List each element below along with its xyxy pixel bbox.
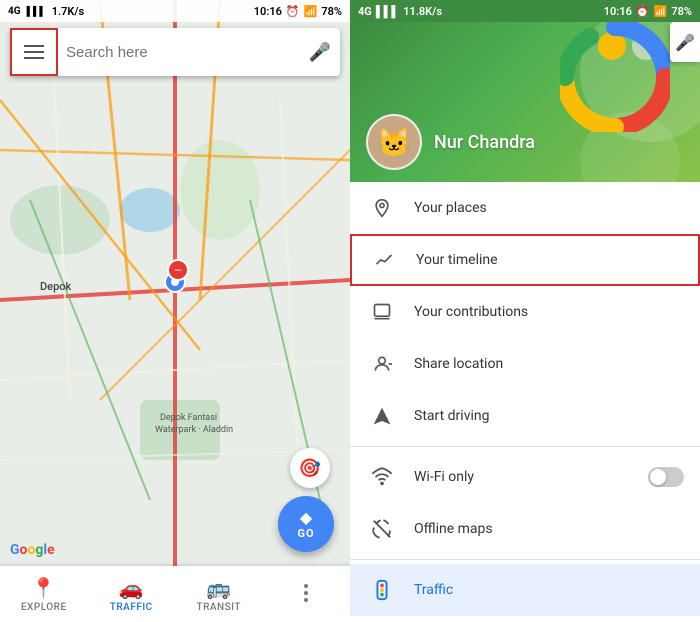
nav-more[interactable] xyxy=(263,584,351,604)
timeline-icon xyxy=(368,244,400,276)
right-signal: 4G xyxy=(358,5,372,18)
signal-strength: ▌▌▌ xyxy=(27,6,46,17)
contributions-icon xyxy=(366,296,398,328)
map-panel: 4G ▌▌▌ 1.7K/s 10:16 ⏰ 📶 78% xyxy=(0,0,350,622)
svg-text:Waterpark · Aladdin: Waterpark · Aladdin xyxy=(155,425,233,435)
nav-transit[interactable]: 🚌 TRANSIT xyxy=(175,576,263,613)
status-bar-left: 4G ▌▌▌ 1.7K/s 10:16 ⏰ 📶 78% xyxy=(0,0,350,22)
traffic-label: TRAFFIC xyxy=(110,602,153,613)
nav-explore[interactable]: 📍 EXPLORE xyxy=(0,576,88,613)
cat-avatar: 🐱 xyxy=(368,116,420,168)
toggle-knob xyxy=(650,469,666,485)
right-speed: 11.8K/s xyxy=(403,5,442,18)
hamburger-icon xyxy=(24,45,44,59)
signal-indicator: 4G xyxy=(8,6,21,17)
traffic-label-menu: Traffic xyxy=(414,582,684,598)
menu-item-offline-maps[interactable]: Offline maps xyxy=(350,503,700,555)
menu-item-share-location[interactable]: Share location xyxy=(350,338,700,390)
svg-text:Depok Fantasi: Depok Fantasi xyxy=(160,413,217,423)
wifi-icon: 📶 xyxy=(304,5,318,18)
time-display: 10:16 xyxy=(254,5,282,18)
divider-2 xyxy=(350,559,700,560)
menu-item-start-driving[interactable]: Start driving xyxy=(350,390,700,442)
wifi-menu-icon xyxy=(366,461,398,493)
timeline-label: Your timeline xyxy=(416,252,682,268)
alarm-icon: ⏰ xyxy=(286,5,300,18)
location-button[interactable]: 🎯 xyxy=(290,448,330,488)
microphone-icon[interactable]: 🎤 xyxy=(300,32,340,72)
bottom-navigation: 📍 EXPLORE 🚗 TRAFFIC 🚌 TRANSIT xyxy=(0,566,350,622)
menu-list: Your places Your timeline Your contribut… xyxy=(350,182,700,622)
google-arc xyxy=(560,22,670,132)
battery-indicator: 78% xyxy=(321,5,342,18)
offline-maps-icon xyxy=(366,513,398,545)
menu-item-your-timeline[interactable]: Your timeline xyxy=(350,234,700,286)
avatar: 🐱 xyxy=(366,114,422,170)
google-logo: Google xyxy=(10,542,55,558)
user-name: Nur Chandra xyxy=(434,132,535,153)
offline-maps-label: Offline maps xyxy=(414,521,684,537)
wifi-toggle[interactable] xyxy=(648,467,684,487)
traffic-menu-icon xyxy=(366,574,398,606)
drawer-panel: 4G ▌▌▌ 11.8K/s 10:16 ⏰ 📶 78% 🎤 xyxy=(350,0,700,622)
right-battery: 78% xyxy=(671,5,692,18)
svg-text:—: — xyxy=(174,266,182,277)
right-mic-button[interactable]: 🎤 xyxy=(670,22,700,62)
network-speed: 1.7K/s xyxy=(52,5,85,18)
status-left-info: 4G ▌▌▌ 1.7K/s xyxy=(8,5,84,18)
search-input[interactable] xyxy=(58,44,300,61)
places-label: Your places xyxy=(414,200,684,216)
status-right-right: 10:16 ⏰ 📶 78% xyxy=(604,5,692,18)
divider-1 xyxy=(350,446,700,447)
explore-label: EXPLORE xyxy=(21,602,67,613)
more-dots-icon xyxy=(304,584,308,602)
status-right-left: 4G ▌▌▌ 11.8K/s xyxy=(358,5,442,18)
nav-traffic[interactable]: 🚗 TRAFFIC xyxy=(88,576,176,613)
wifi-label: Wi-Fi only xyxy=(414,469,648,485)
right-bars: ▌▌▌ xyxy=(376,5,399,18)
profile-section: 🐱 Nur Chandra xyxy=(366,114,535,170)
menu-item-your-contributions[interactable]: Your contributions xyxy=(350,286,700,338)
traffic-icon: 🚗 xyxy=(119,576,144,600)
places-icon xyxy=(366,192,398,224)
search-bar[interactable]: 🎤 xyxy=(10,28,340,76)
share-location-label: Share location xyxy=(414,356,684,372)
contributions-label: Your contributions xyxy=(414,304,684,320)
driving-icon xyxy=(366,400,398,432)
right-time: 10:16 xyxy=(604,5,632,18)
go-button[interactable]: ◆ GO xyxy=(278,496,334,552)
transit-label: TRANSIT xyxy=(197,602,241,613)
menu-item-wifi[interactable]: Wi-Fi only xyxy=(350,451,700,503)
go-label: GO xyxy=(297,527,314,540)
menu-item-your-places[interactable]: Your places xyxy=(350,182,700,234)
right-wifi: 📶 xyxy=(654,5,668,18)
menu-item-traffic[interactable]: Traffic xyxy=(350,564,700,616)
transit-icon: 🚌 xyxy=(206,576,231,600)
status-right-info: 10:16 ⏰ 📶 78% xyxy=(254,5,342,18)
menu-button[interactable] xyxy=(10,28,58,76)
svg-text:Depok: Depok xyxy=(40,280,71,293)
go-arrow-icon: ◆ xyxy=(300,508,312,527)
explore-icon: 📍 xyxy=(31,576,56,600)
menu-item-public-transit[interactable]: Public transit xyxy=(350,616,700,622)
share-location-icon xyxy=(366,348,398,380)
drawer-header: 🐱 Nur Chandra ▾ xyxy=(350,22,700,182)
status-bar-right: 4G ▌▌▌ 11.8K/s 10:16 ⏰ 📶 78% xyxy=(350,0,700,22)
driving-label: Start driving xyxy=(414,408,684,424)
right-alarm: ⏰ xyxy=(636,5,650,18)
